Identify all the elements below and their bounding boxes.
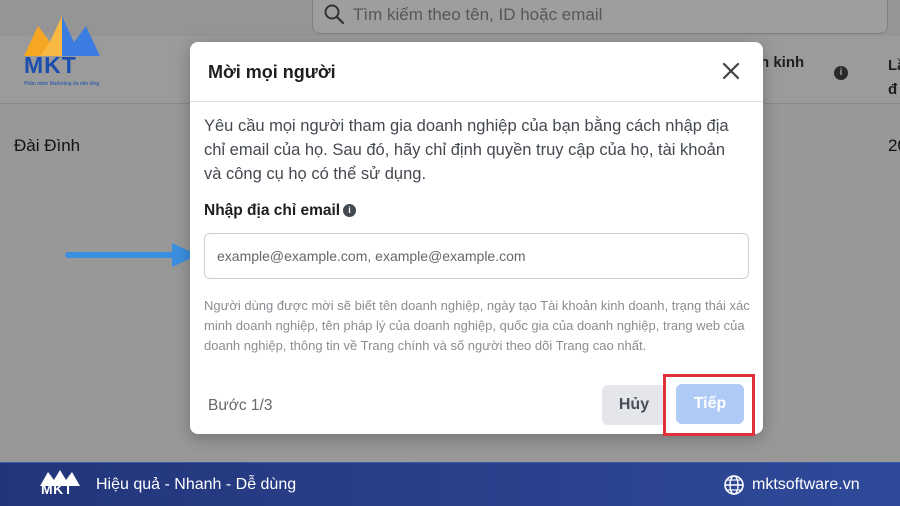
privacy-note: Người dùng được mời sẽ biết tên doanh ng… xyxy=(204,298,750,353)
logo-text: MKT xyxy=(24,52,77,78)
arrow-pointer-icon xyxy=(65,243,198,267)
footer-website-link[interactable]: mktsoftware.vn xyxy=(752,476,860,494)
next-button-highlight xyxy=(663,374,755,436)
logo-tagline: Phần mềm Marketing đa nền tảng xyxy=(24,81,100,87)
cancel-button[interactable]: Hủy xyxy=(602,385,666,425)
footer-slogan: Hiệu quả - Nhanh - Dễ dùng xyxy=(96,476,297,493)
dialog-header: Mời mọi người xyxy=(190,42,763,102)
email-field[interactable] xyxy=(204,233,749,279)
email-field-label: Nhập địa chỉ email xyxy=(204,202,341,219)
close-icon[interactable] xyxy=(720,60,742,82)
info-icon[interactable]: i xyxy=(343,204,356,217)
footer-logo-text: MKT xyxy=(41,481,73,497)
dialog-description: Yêu cầu mọi người tham gia doanh nghiệp … xyxy=(204,117,729,183)
globe-icon xyxy=(724,475,744,495)
step-indicator: Bước 1/3 xyxy=(208,397,273,414)
footer-bar: MKT Hiệu quả - Nhanh - Dễ dùng mktsoftwa… xyxy=(0,462,900,506)
dialog-title: Mời mọi người xyxy=(208,62,336,82)
